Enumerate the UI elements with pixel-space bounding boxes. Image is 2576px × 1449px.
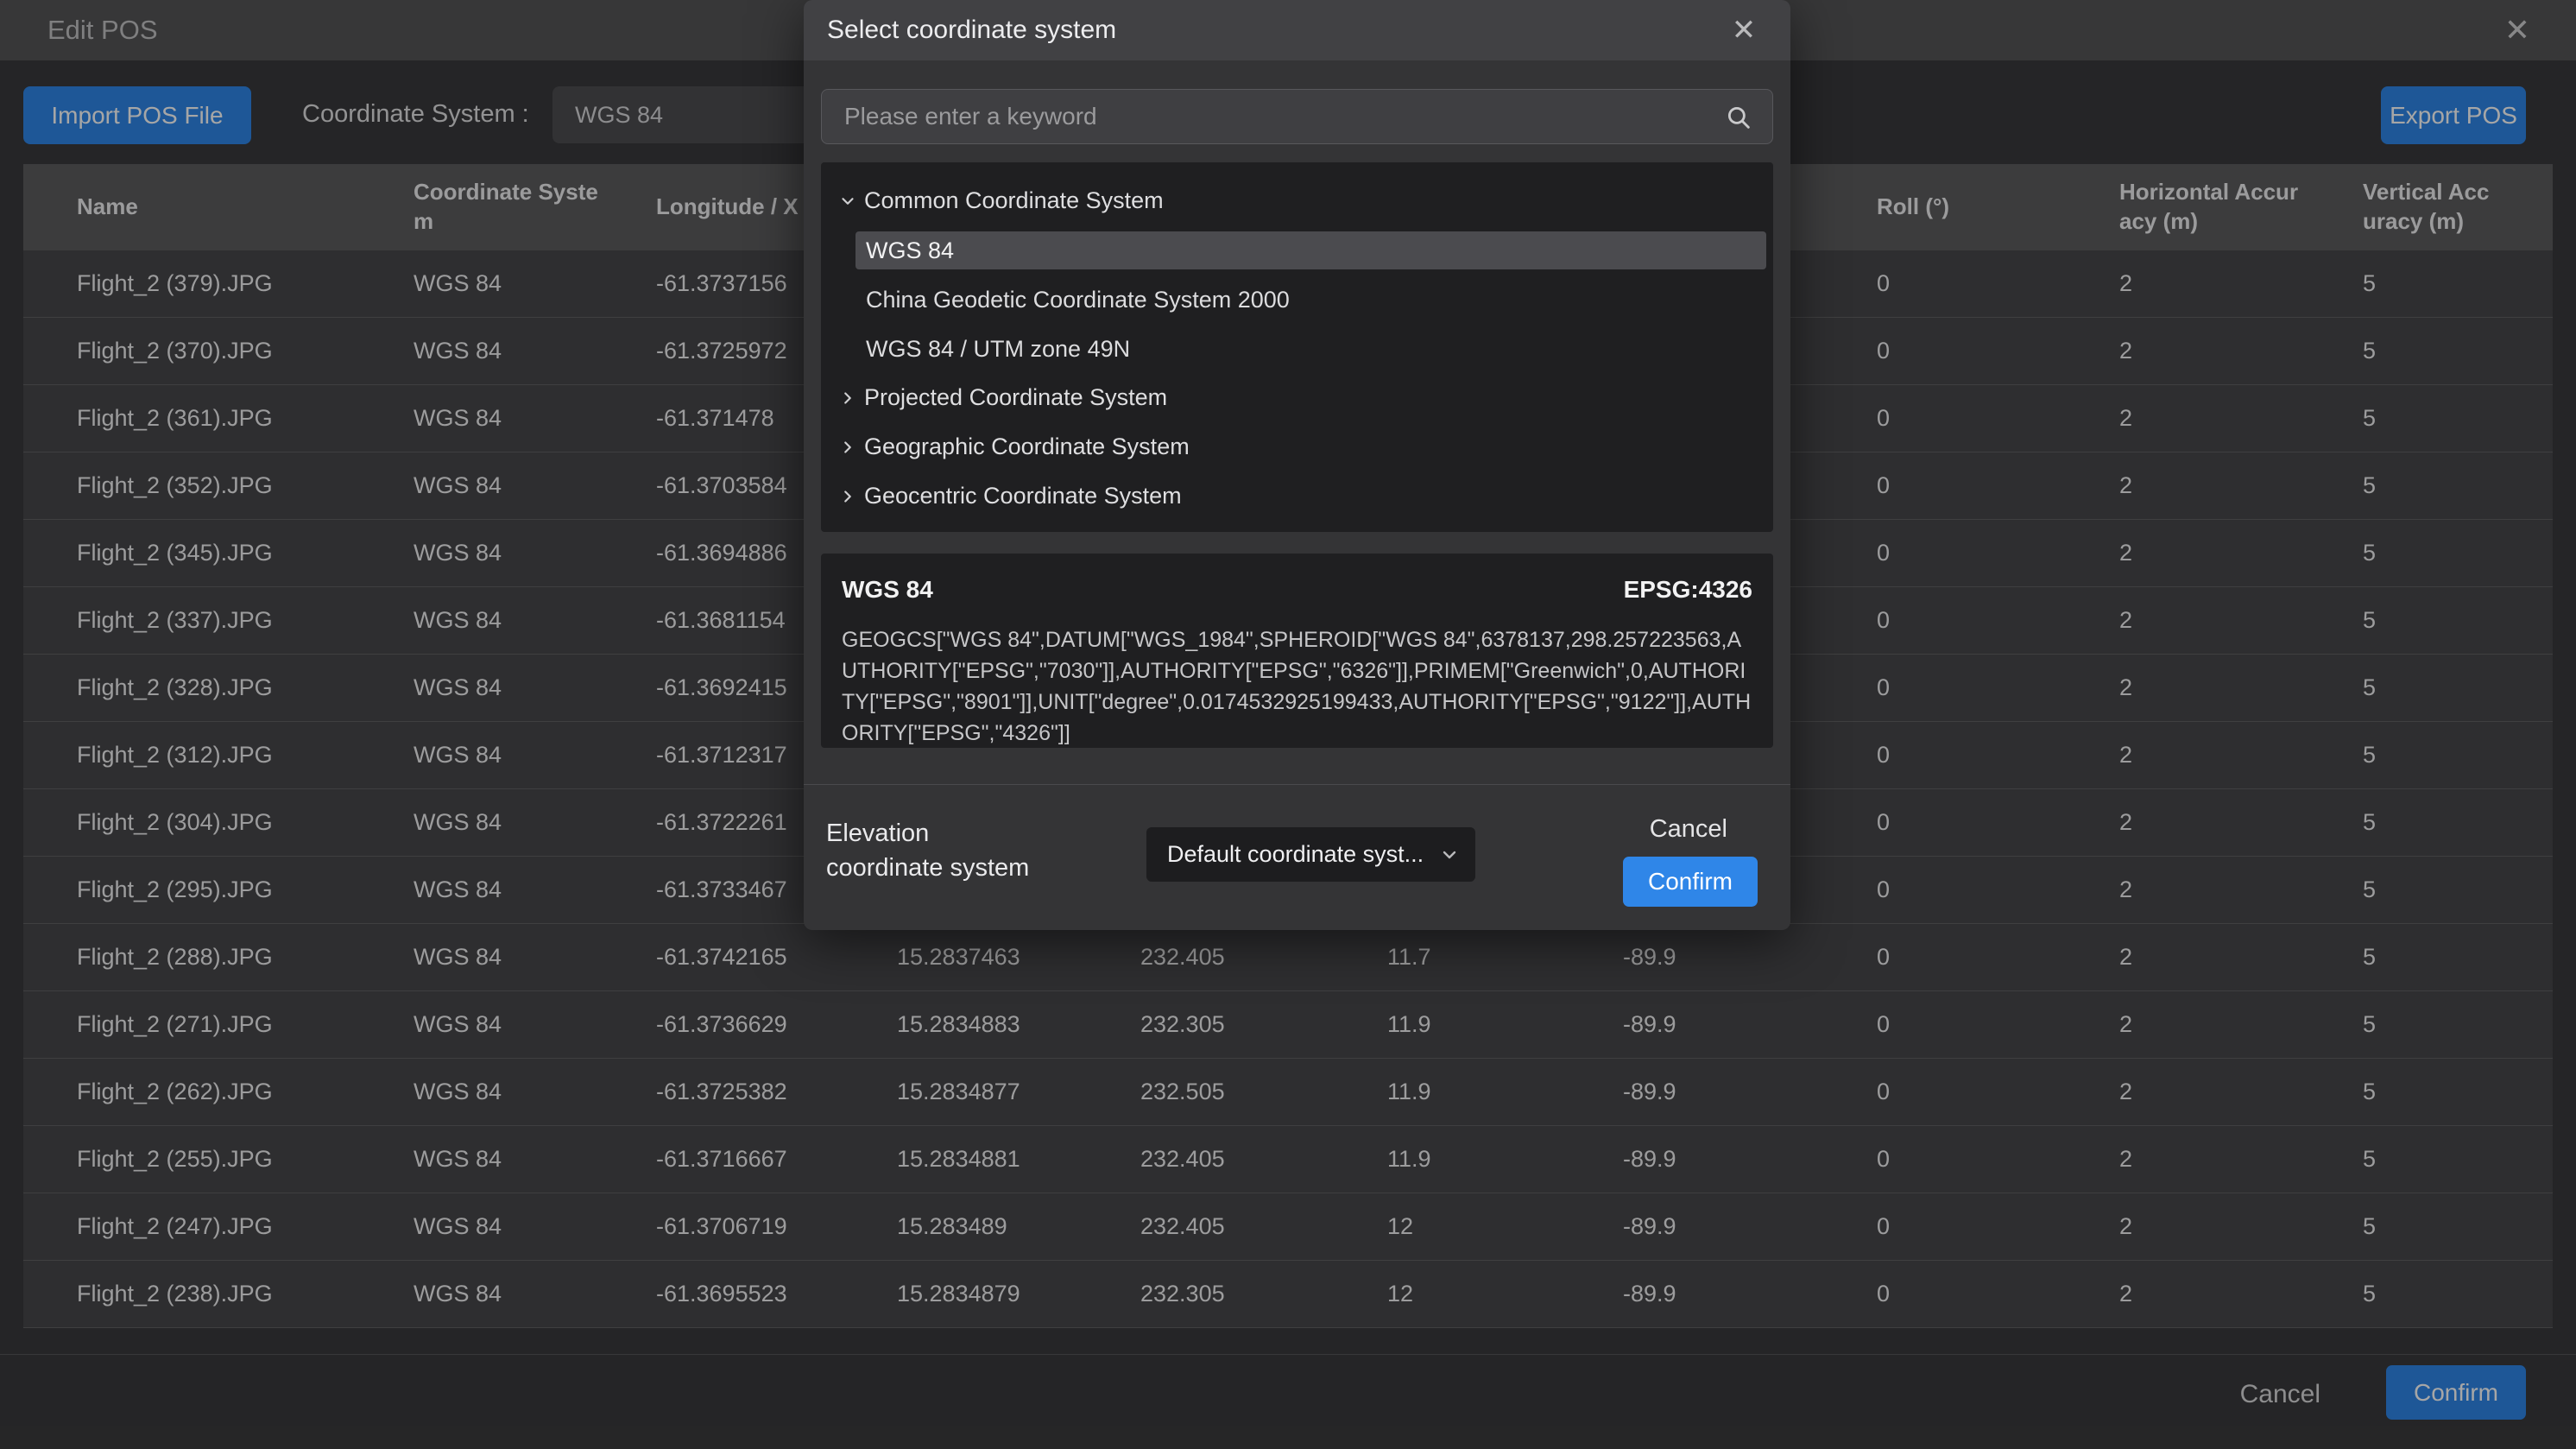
keyword-search-box	[821, 89, 1773, 144]
chevron-right-icon	[838, 487, 857, 506]
chevron-down-icon	[838, 192, 857, 211]
tree-item-label: WGS 84	[856, 231, 1766, 269]
tree-group-projected-coordinate-system[interactable]: Projected Coordinate System	[821, 373, 1773, 422]
select-coordinate-system-dialog: Select coordinate system ✕ Common Coordi…	[804, 0, 1790, 930]
coordinate-system-details: WGS 84 EPSG:4326 GEOGCS["WGS 84",DATUM["…	[821, 554, 1773, 748]
elevation-coordinate-label: Elevation coordinate system	[826, 816, 1051, 885]
dialog-close-icon[interactable]: ✕	[1720, 0, 1768, 60]
elevation-coordinate-value: Default coordinate syst...	[1167, 841, 1439, 868]
coordinate-system-tree: Common Coordinate System WGS 84 China Geod…	[821, 162, 1773, 532]
chevron-right-icon	[838, 389, 857, 408]
tree-group-common-coordinate-system[interactable]: Common Coordinate System	[821, 176, 1773, 225]
tree-item-wgs-84[interactable]: WGS 84	[821, 225, 1773, 275]
keyword-search-input[interactable]	[822, 90, 1772, 143]
tree-group-label: Geocentric Coordinate System	[864, 483, 1182, 509]
details-wkt-text: GEOGCS["WGS 84",DATUM["WGS_1984",SPHEROI…	[842, 624, 1752, 749]
tree-group-label: Geographic Coordinate System	[864, 433, 1190, 460]
tree-item-china-geodetic-coordinate-system-2000[interactable]: China Geodetic Coordinate System 2000	[821, 275, 1773, 324]
tree-group-label: Common Coordinate System	[864, 187, 1164, 214]
tree-item-label: China Geodetic Coordinate System 2000	[856, 281, 1766, 319]
tree-group-geographic-coordinate-system[interactable]: Geographic Coordinate System	[821, 422, 1773, 471]
dialog-confirm-button[interactable]: Confirm	[1623, 857, 1758, 907]
details-title-row: WGS 84 EPSG:4326	[842, 576, 1752, 604]
tree-item-wgs-84-utm-zone-49n[interactable]: WGS 84 / UTM zone 49N	[821, 324, 1773, 373]
dialog-footer: Elevation coordinate system Default coor…	[804, 784, 1790, 930]
search-icon	[1724, 103, 1753, 136]
details-epsg-code: EPSG:4326	[1624, 576, 1752, 604]
elevation-coordinate-select[interactable]: Default coordinate syst...	[1146, 827, 1475, 882]
tree-group-geocentric-coordinate-system[interactable]: Geocentric Coordinate System	[821, 471, 1773, 521]
tree-group-label: Projected Coordinate System	[864, 384, 1167, 411]
chevron-down-icon	[1439, 845, 1460, 865]
dialog-header: Select coordinate system ✕	[804, 0, 1790, 60]
details-name: WGS 84	[842, 576, 933, 604]
chevron-right-icon	[838, 438, 857, 457]
tree-item-label: WGS 84 / UTM zone 49N	[856, 330, 1766, 368]
app-root: Edit POS ✕ Import POS File Coordinate Sy…	[0, 0, 2576, 1449]
dialog-title: Select coordinate system	[827, 16, 1116, 45]
dialog-cancel-button[interactable]: Cancel	[1645, 811, 1733, 847]
